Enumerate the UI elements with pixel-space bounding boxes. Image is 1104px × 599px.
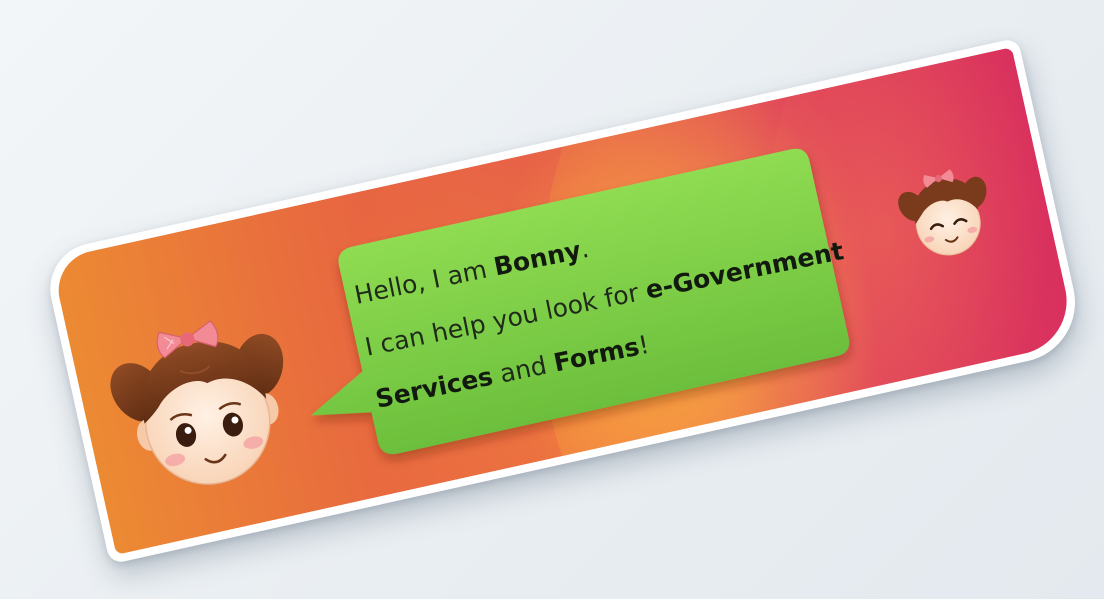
girl-mascot-smiling-face-icon <box>890 153 1001 271</box>
forms-keyword: Forms <box>551 331 642 378</box>
services-keyword: Services <box>373 361 496 414</box>
mascot-name: Bonny <box>491 235 584 282</box>
girl-mascot-face-icon <box>95 289 312 513</box>
banner-background: Hello, I am Bonny. I can help you look f… <box>50 47 1078 555</box>
chatbot-banner-card[interactable]: Hello, I am Bonny. I can help you look f… <box>41 37 1087 565</box>
speech-bubble: Hello, I am Bonny. I can help you look f… <box>274 141 857 476</box>
stage: Hello, I am Bonny. I can help you look f… <box>0 0 1104 599</box>
and-text: and <box>489 349 557 391</box>
